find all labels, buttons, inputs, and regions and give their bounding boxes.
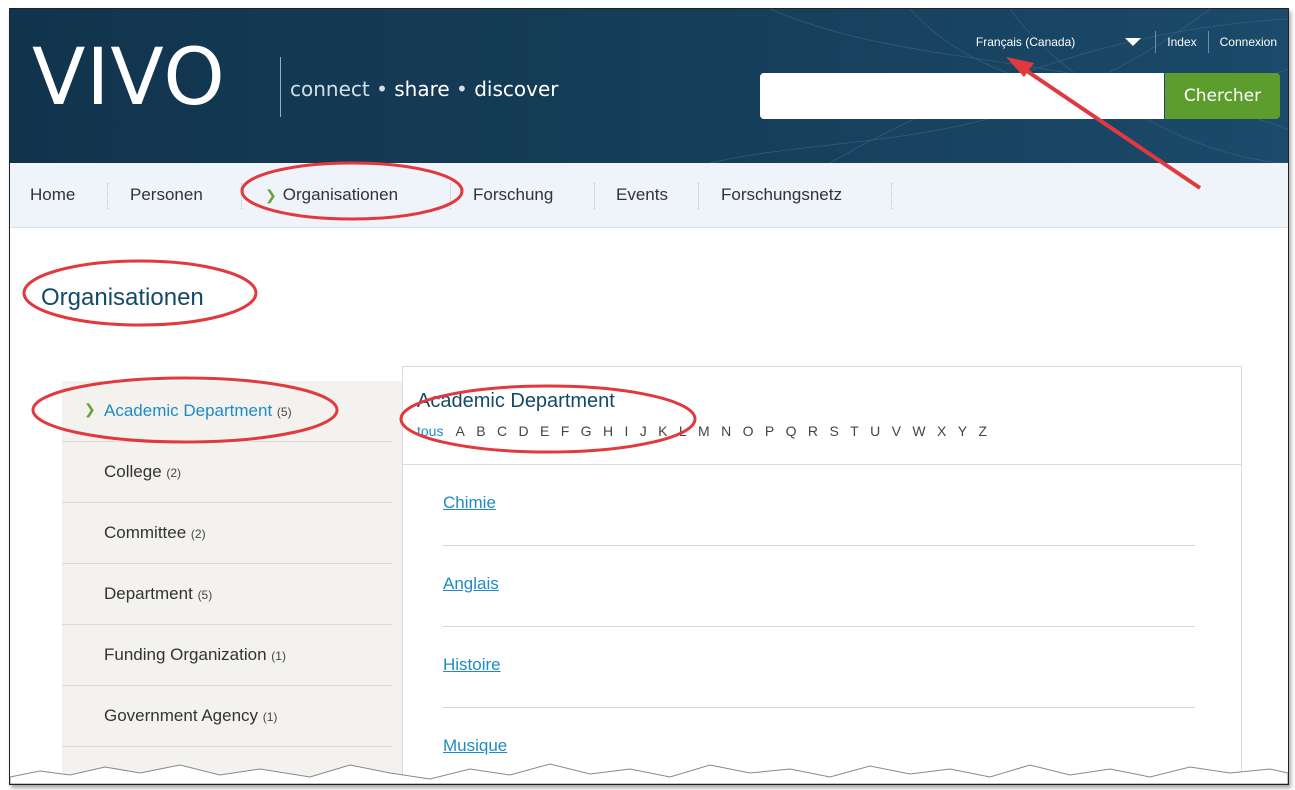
list-item: Musique [443,708,1195,784]
language-selector[interactable]: Français (Canada) [976,35,1075,49]
sidebar-item-count: (5) [276,405,292,419]
nav-item-label: Organisationen [282,185,399,204]
chevron-right-icon: ❯ [265,187,277,203]
browser-screenshot: VIVO connect • share • discover Français… [9,8,1289,785]
alpha-letter-link[interactable]: Q [786,423,797,439]
nav-item-forschungsnetz[interactable]: Forschungsnetz [721,185,842,205]
alpha-letter-link[interactable]: F [561,423,570,439]
class-sidebar: ❯ Academic Department (5) College (2) Co… [62,381,402,785]
login-link[interactable]: Connexion [1209,35,1288,49]
list-item: Anglais [443,546,1195,627]
tagline-discover: discover [474,77,559,101]
divider [450,183,452,209]
organization-link[interactable]: Histoire [443,655,501,675]
alpha-letter-link[interactable]: V [892,423,901,439]
sidebar-item-count: (5) [197,588,213,602]
tagline-connect: connect [290,77,370,101]
organization-link[interactable]: Musique [443,736,507,756]
sidebar-item-count: (3) [155,771,171,785]
browse-panel: Academic Department tous ABCDEFGHIJKLMNO… [402,366,1242,784]
alpha-letter-link[interactable]: G [581,423,592,439]
logo-divider [280,57,281,117]
nav-item-home[interactable]: Home [30,185,75,205]
divider [107,183,109,209]
alpha-letter-link[interactable]: U [870,423,880,439]
search-form: Chercher [760,73,1280,119]
list-item: Histoire [443,627,1195,708]
sidebar-item-group[interactable]: Group (3) [62,747,392,785]
sidebar-item-department[interactable]: Department (5) [62,564,392,625]
sidebar-item-committee[interactable]: Committee (2) [62,503,392,564]
panel-title: Academic Department [417,390,615,412]
chevron-right-icon: ❯ [84,401,96,417]
nav-item-organisationen[interactable]: ❯ Organisationen [265,185,398,205]
nav-item-events[interactable]: Events [616,185,668,205]
alpha-letter-link[interactable]: Z [978,423,987,439]
alpha-letter-link[interactable]: S [829,423,838,439]
tagline: connect • share • discover [290,77,559,101]
sidebar-item-label: College [104,462,162,481]
search-button[interactable]: Chercher [1165,73,1280,119]
alpha-letter-link[interactable]: J [640,423,647,439]
nav-item-forschung[interactable]: Forschung [473,185,553,205]
sidebar-item-label: Department [104,584,193,603]
sidebar-item-government-agency[interactable]: Government Agency (1) [62,686,392,747]
divider [891,183,893,209]
chevron-down-icon[interactable] [1125,38,1142,46]
tagline-share: share [394,77,450,101]
sidebar-item-count: (2) [190,527,206,541]
organization-list: Chimie Anglais Histoire Musique [443,465,1195,784]
sidebar-item-label: Group [104,767,152,785]
alpha-letter-link[interactable]: H [603,423,613,439]
alpha-letter-link[interactable]: T [850,423,859,439]
list-item: Chimie [443,465,1195,546]
alpha-letter-link[interactable]: E [540,423,549,439]
divider [594,183,596,209]
alpha-letter-link[interactable]: D [518,423,528,439]
sidebar-item-count: (1) [271,649,286,663]
sidebar-item-count: (1) [262,710,278,724]
main-nav: Home Personen ❯ Organisationen Forschung … [10,163,1288,228]
alpha-letter-link[interactable]: C [497,423,507,439]
alpha-letter-link[interactable]: Y [958,423,967,439]
sidebar-item-label: Academic Department [104,401,273,420]
search-input[interactable] [760,73,1164,119]
site-header: VIVO connect • share • discover Français… [10,9,1288,163]
sidebar-item-count: (2) [166,466,182,480]
sidebar-item-college[interactable]: College (2) [62,442,392,503]
top-utility-nav: Français (Canada) Index Connexion [976,31,1288,53]
alpha-letter-link[interactable]: B [476,423,485,439]
divider [698,183,700,209]
index-link[interactable]: Index [1156,35,1207,49]
alpha-letter-link[interactable]: M [698,423,710,439]
organization-link[interactable]: Chimie [443,493,496,513]
panel-header: Academic Department tous ABCDEFGHIJKLMNO… [403,367,1241,465]
page-title: Organisationen [41,284,204,311]
sidebar-item-label: Committee [104,523,187,542]
alpha-all-link[interactable]: tous [417,423,443,439]
alpha-letter-link[interactable]: L [679,423,687,439]
organization-link[interactable]: Anglais [443,574,499,594]
tagline-dot: • [449,77,475,101]
alpha-letter-link[interactable]: I [624,423,628,439]
nav-item-personen[interactable]: Personen [130,185,203,205]
sidebar-item-funding-organization[interactable]: Funding Organization (1) [62,625,392,686]
alpha-letter-link[interactable]: K [658,423,667,439]
alpha-letter-link[interactable]: W [912,423,925,439]
tagline-dot: • [369,77,395,101]
alpha-letter-link[interactable]: N [721,423,731,439]
alpha-letter-link[interactable]: A [455,423,464,439]
sidebar-item-academic-department[interactable]: ❯ Academic Department (5) [62,381,392,442]
vivo-logo[interactable]: VIVO [32,39,226,117]
alpha-letter-link[interactable]: X [937,423,946,439]
alphabet-filter: tous ABCDEFGHIJKLMNOPQRSTUVWXYZ [417,423,998,439]
alpha-letter-link[interactable]: P [765,423,774,439]
alpha-letter-link[interactable]: R [808,423,818,439]
sidebar-item-label: Funding Organization [104,645,267,664]
alpha-letter-link[interactable]: O [743,423,754,439]
divider [241,183,243,209]
sidebar-item-label: Government Agency [104,706,259,725]
